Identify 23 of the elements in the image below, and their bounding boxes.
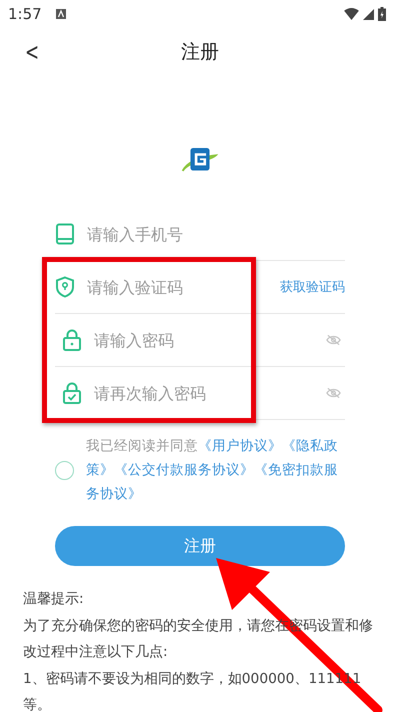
wifi-icon bbox=[344, 8, 359, 20]
shield-icon bbox=[55, 276, 75, 298]
get-code-link[interactable]: 获取验证码 bbox=[280, 278, 345, 296]
agree-checkbox[interactable] bbox=[55, 460, 74, 480]
phone-input[interactable]: 请输入手机号 bbox=[87, 219, 345, 249]
battery-icon bbox=[378, 7, 386, 21]
signal-icon bbox=[363, 8, 374, 20]
tip-text: 温馨提示: bbox=[23, 590, 85, 609]
logo-icon bbox=[180, 148, 220, 174]
keyboard-notification-icon bbox=[56, 9, 66, 19]
confirm-input[interactable]: 请再次输入密码 bbox=[94, 378, 314, 408]
code-input[interactable]: 请输入验证码 bbox=[87, 272, 268, 302]
password-input[interactable]: 请输入密码 bbox=[94, 325, 314, 355]
page-title: 注册 bbox=[181, 40, 219, 65]
agreement-text: 我已经阅读并同意《用户协议》《隐私政策》《公交付款服务协议》《免密扣款服务协议》 bbox=[86, 437, 339, 504]
eye-hidden-icon[interactable] bbox=[326, 387, 341, 399]
tablet-icon bbox=[55, 223, 75, 245]
eye-hidden-icon[interactable] bbox=[326, 334, 341, 346]
lock-icon bbox=[62, 329, 82, 351]
lock-check-icon bbox=[62, 382, 82, 404]
back-button[interactable]: < bbox=[25, 38, 40, 66]
register-button[interactable]: 注册 bbox=[55, 526, 345, 566]
clock-time: 1:57 bbox=[8, 5, 42, 23]
